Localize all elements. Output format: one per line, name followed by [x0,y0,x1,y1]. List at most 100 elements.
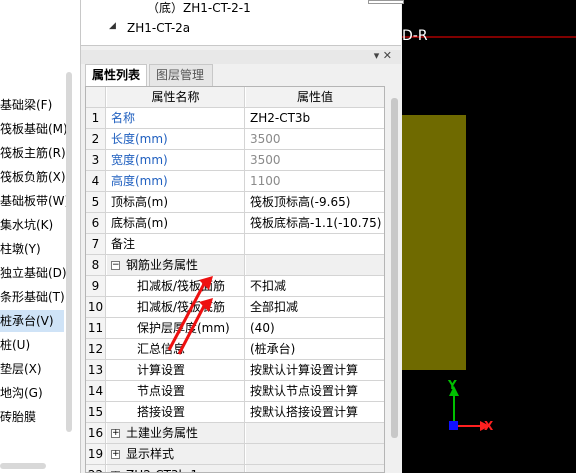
nav-item[interactable]: 桩承台(V) [0,310,64,332]
nav-item[interactable]: 条形基础(T) [0,286,65,308]
row-number: 16 [86,423,106,443]
row-number: 10 [86,297,106,317]
property-name: 搭接设置 [137,405,186,419]
tree-expander-icon[interactable]: ◢ [109,21,116,31]
row-number: 3 [86,150,106,170]
property-value[interactable]: ZH2-CT3b [246,108,384,128]
row-number: 8 [86,255,106,275]
property-value[interactable]: 1100 [246,171,384,191]
property-name: ZH2-CT3b-1 [126,468,198,472]
row-number: 9 [86,276,106,296]
nav-item[interactable]: 筏板负筋(X) [0,166,66,188]
property-row[interactable]: 15 搭接设置 按默认搭接设置计算 [86,402,384,423]
expand-icon[interactable]: + [111,429,120,438]
property-name: 备注 [111,237,136,251]
row-number: 1 [86,108,106,128]
collapse-icon[interactable]: − [111,261,120,270]
y-axis-label: Y [448,378,457,392]
property-row[interactable]: 6 底标高(m) 筏板底标高-1.1(-10.75) [86,213,384,234]
nav-scrollbar[interactable] [66,72,72,432]
axis-label: D-R [402,28,428,44]
property-row[interactable]: 12 汇总信息 (桩承台) [86,339,384,360]
property-value[interactable]: 筏板底标高-1.1(-10.75) [246,213,384,233]
property-value[interactable]: 不扣减 [246,276,384,296]
row-number: 6 [86,213,106,233]
property-name: 高度(mm) [111,174,168,188]
pin-close-icon[interactable]: ▾ ✕ [374,49,392,62]
nav-item[interactable]: 筏板基础(M) [0,118,68,140]
property-value[interactable]: 按默认计算设置计算 [246,360,384,380]
nav-item[interactable]: 地沟(G) [0,382,43,404]
tree-node-zh1-ct-2a[interactable]: ZH1-CT-2a [127,21,190,35]
nav-item[interactable]: 柱墩(Y) [0,238,41,260]
property-name: 底标高(m) [111,216,169,230]
property-value[interactable]: (40) [246,318,384,338]
row-number: 22 [86,465,106,472]
property-row[interactable]: 13 计算设置 按默认计算设置计算 [86,360,384,381]
property-row[interactable]: 22+ZH2-CT3b-1 [86,465,384,472]
property-row[interactable]: 4 高度(mm) 1100 [86,171,384,192]
grid-scrollbar-thumb[interactable] [391,98,398,438]
column-header-value: 属性值 [246,87,384,107]
property-name: 顶标高(m) [111,195,169,209]
property-value[interactable]: 按默认搭接设置计算 [246,402,384,422]
popup-edge [368,0,404,4]
property-value[interactable]: (桩承台) [246,339,384,359]
pile-cap-block [402,115,466,370]
drawing-canvas[interactable]: D-R Y X [402,0,576,473]
row-number: 13 [86,360,106,380]
property-value[interactable] [246,465,384,472]
property-row[interactable]: 2 长度(mm) 3500 [86,129,384,150]
property-name: 扣减板/筏板面筋 [137,279,226,293]
property-value[interactable]: 筏板顶标高(-9.65) [246,192,384,212]
property-name: 钢筋业务属性 [126,258,199,272]
property-name: 汇总信息 [137,342,186,356]
property-value[interactable]: 按默认节点设置计算 [246,381,384,401]
component-type-nav: 基础梁(F) 筏板基础(M) 筏板主筋(R) 筏板负筋(X) 基础板带(W) 集水坑(K)… [0,0,80,473]
row-number: 2 [86,129,106,149]
property-row[interactable]: 11 保护层厚度(mm) (40) [86,318,384,339]
property-row[interactable]: 5 顶标高(m) 筏板顶标高(-9.65) [86,192,384,213]
property-name: 长度(mm) [111,132,168,146]
expand-icon[interactable]: + [111,450,120,459]
tree-node-zh1-ct-2-1[interactable]: （底）ZH1-CT-2-1 [147,0,251,16]
nav-item[interactable]: 筏板主筋(R) [0,142,66,164]
property-value[interactable]: 3500 [246,150,384,170]
nav-item[interactable]: 砖胎膜 [0,406,36,428]
property-name: 扣减板/筏板底筋 [137,300,226,314]
property-value[interactable]: 3500 [246,129,384,149]
property-value[interactable] [246,255,384,275]
nav-item[interactable]: 独立基础(D) [0,262,67,284]
nav-item[interactable]: 垫层(X) [0,358,42,380]
nav-item[interactable]: 集水坑(K) [0,214,53,236]
property-value[interactable] [246,444,384,464]
property-grid: 属性名称 属性值 1 名称 ZH2-CT3b 2 长度(mm) 3500 3 宽度(mm) 35… [85,86,385,473]
nav-horizontal-scrollbar[interactable] [0,463,46,469]
property-row[interactable]: 3 宽度(mm) 3500 [86,150,384,171]
property-row[interactable]: 8− 钢筋业务属性 [86,255,384,276]
property-row[interactable]: 7 备注 [86,234,384,255]
row-number: 4 [86,171,106,191]
row-number: 7 [86,234,106,254]
nav-item[interactable]: 基础板带(W) [0,190,69,212]
property-row[interactable]: 9 扣减板/筏板面筋 不扣减 [86,276,384,297]
property-name: 名称 [111,111,136,125]
property-row[interactable]: 16 + 土建业务属性 [86,423,384,444]
property-value[interactable]: 全部扣减 [246,297,384,317]
tab-property-list[interactable]: 属性列表 [85,64,147,86]
nav-item[interactable]: 桩(U) [0,334,30,356]
column-header-name: 属性名称 [107,87,245,107]
tab-layer-management[interactable]: 图层管理 [149,64,213,86]
property-row[interactable]: 10 扣减板/筏板底筋 全部扣减 [86,297,384,318]
property-row[interactable]: 1 名称 ZH2-CT3b [86,108,384,129]
nav-item[interactable]: 基础梁(F) [0,94,52,116]
property-value[interactable] [246,234,384,254]
property-row[interactable]: 19 + 显示样式 [86,444,384,465]
property-value[interactable] [246,423,384,443]
row-number: 19 [86,444,106,464]
app-window: 基础梁(F) 筏板基础(M) 筏板主筋(R) 筏板负筋(X) 基础板带(W) 集水坑(K)… [0,0,576,473]
property-row[interactable]: 14 节点设置 按默认节点设置计算 [86,381,384,402]
row-number: 15 [86,402,106,422]
property-name: 土建业务属性 [126,426,199,440]
x-axis-label: X [484,419,494,433]
